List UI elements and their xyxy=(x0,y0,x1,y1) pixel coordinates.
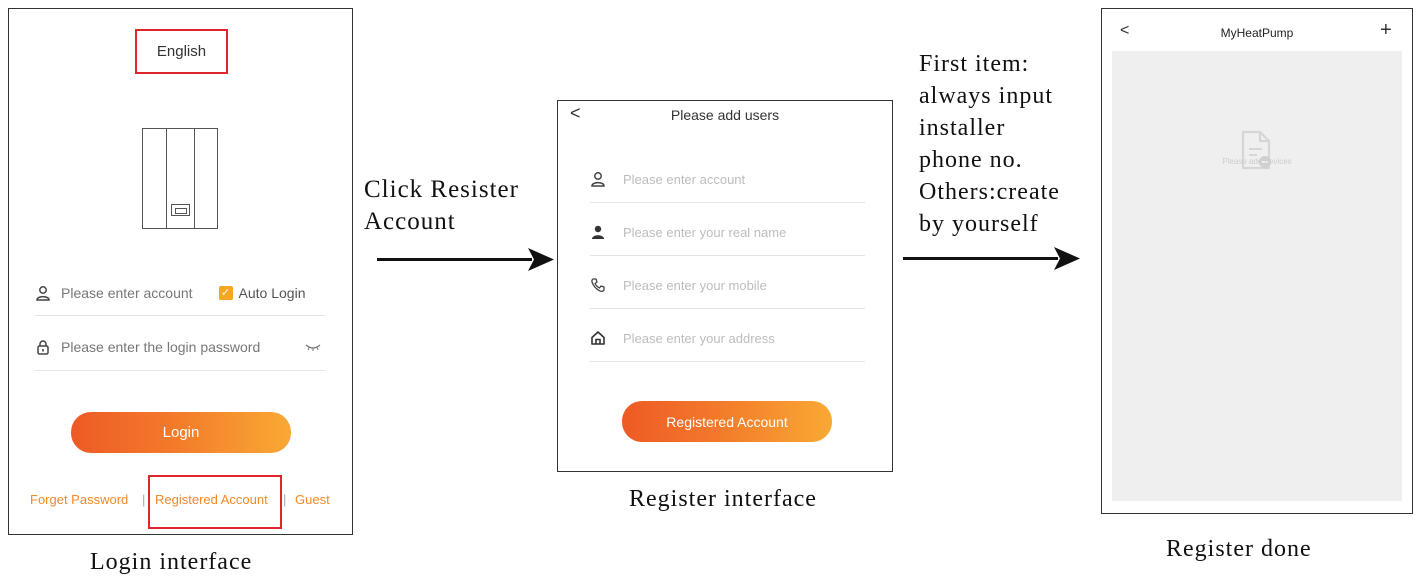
login-button[interactable]: Login xyxy=(71,412,291,453)
guest-link[interactable]: Guest xyxy=(295,492,330,507)
annotation-line: by yourself xyxy=(919,211,1039,237)
account-row[interactable]: Please enter account ✓ Auto Login xyxy=(35,282,325,304)
password-input[interactable]: Please enter the login password xyxy=(61,339,260,355)
register-caption: Register interface xyxy=(629,486,817,512)
address-input[interactable]: Please enter your address xyxy=(623,331,775,346)
heat-pump-device-image xyxy=(142,128,218,229)
mobile-input[interactable]: Please enter your mobile xyxy=(623,278,767,293)
user-outline-icon xyxy=(36,286,50,301)
auto-login-label: Auto Login xyxy=(238,285,306,301)
language-label: English xyxy=(156,43,207,60)
arrow-right-icon xyxy=(528,248,554,271)
arrow-shaft xyxy=(377,258,532,261)
real-name-input[interactable]: Please enter your real name xyxy=(623,225,786,240)
arrow-right-icon xyxy=(1054,247,1080,270)
page-title: MyHeatPump xyxy=(1220,26,1294,40)
link-separator: | xyxy=(283,492,287,507)
divider xyxy=(590,361,865,362)
empty-state-text: Please add devices xyxy=(1222,157,1292,166)
done-caption: Register done xyxy=(1166,536,1312,562)
user-filled-icon xyxy=(592,225,604,239)
divider xyxy=(35,370,325,371)
annotation-line: Account xyxy=(364,208,456,235)
user-outline-icon xyxy=(591,172,605,187)
eye-closed-icon[interactable] xyxy=(305,342,321,352)
account-input[interactable]: Please enter account xyxy=(623,172,745,187)
highlight-box xyxy=(148,475,282,529)
account-input[interactable]: Please enter account xyxy=(61,285,193,301)
home-icon xyxy=(591,331,605,345)
divider xyxy=(590,308,865,309)
auto-login-checkbox[interactable]: ✓ xyxy=(218,286,233,300)
add-device-icon[interactable]: + xyxy=(1380,19,1392,42)
login-caption: Login interface xyxy=(90,549,253,575)
mobile-field[interactable]: Please enter your mobile xyxy=(590,275,865,295)
annotation-line: Others:create xyxy=(919,179,1060,205)
divider xyxy=(35,315,325,316)
language-selector[interactable]: English xyxy=(135,29,228,74)
login-button-label: Login xyxy=(162,424,200,441)
divider xyxy=(590,255,865,256)
divider xyxy=(590,202,865,203)
registered-account-button-label: Registered Account xyxy=(666,413,788,430)
annotation-line: Click Resister xyxy=(364,176,519,203)
address-field[interactable]: Please enter your address xyxy=(590,328,865,348)
annotation-line: First item: xyxy=(919,51,1030,77)
annotation-line: phone no. xyxy=(919,147,1023,173)
forget-password-link[interactable]: Forget Password xyxy=(30,492,128,507)
annotation-line: installer xyxy=(919,115,1006,141)
registered-account-button[interactable]: Registered Account xyxy=(622,401,832,442)
phone-icon xyxy=(591,278,605,292)
annotation-click-register: Click Resister Account xyxy=(364,174,519,238)
login-screen: English Please enter account ✓ Auto Logi… xyxy=(8,8,353,535)
lock-icon xyxy=(37,340,49,355)
register-screen: < Please add users Please enter account … xyxy=(557,100,893,472)
account-field[interactable]: Please enter account xyxy=(590,169,865,189)
annotation-installer-note: First item: always input installer phone… xyxy=(919,48,1060,240)
device-list-empty: Please add devices xyxy=(1112,51,1402,501)
link-separator: | xyxy=(142,492,146,507)
annotation-line: always input xyxy=(919,83,1053,109)
page-title: Please add users xyxy=(670,107,780,123)
home-screen: < MyHeatPump + Please add devices xyxy=(1101,8,1413,514)
password-row[interactable]: Please enter the login password xyxy=(35,336,325,358)
real-name-field[interactable]: Please enter your real name xyxy=(590,222,865,242)
arrow-shaft xyxy=(903,257,1058,260)
